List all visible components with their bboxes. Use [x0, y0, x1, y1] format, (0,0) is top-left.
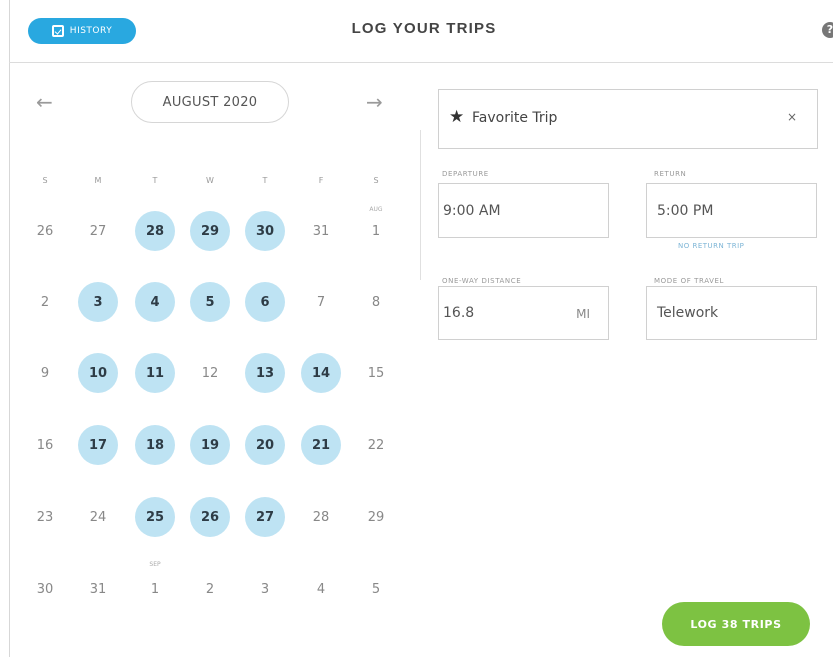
- calendar-day[interactable]: 31: [78, 569, 118, 609]
- calendar-day-logged[interactable]: 14: [301, 353, 341, 393]
- month-selector[interactable]: AUGUST 2020: [131, 81, 289, 123]
- calendar-day[interactable]: 7: [301, 282, 341, 322]
- departure-label: DEPARTURE: [442, 170, 489, 178]
- log-trips-button[interactable]: LOG 38 TRIPS: [662, 602, 810, 646]
- calendar-day[interactable]: 2: [25, 282, 65, 322]
- panel-divider: [420, 130, 421, 280]
- clear-favorite-button[interactable]: ×: [787, 110, 797, 124]
- calendar-day[interactable]: 15: [356, 353, 396, 393]
- calendar-day[interactable]: 1: [356, 211, 396, 251]
- distance-unit: MI: [576, 307, 590, 321]
- weekday-header: F: [318, 176, 324, 185]
- calendar-day[interactable]: 24: [78, 497, 118, 537]
- calendar-day-logged[interactable]: 17: [78, 425, 118, 465]
- calendar-day-logged[interactable]: 26: [190, 497, 230, 537]
- calendar-day[interactable]: 12: [190, 353, 230, 393]
- calendar-day-logged[interactable]: 18: [135, 425, 175, 465]
- return-field[interactable]: 5:00 PM: [646, 183, 817, 238]
- return-value: 5:00 PM: [657, 202, 714, 219]
- calendar-day[interactable]: 27: [78, 211, 118, 251]
- calendar-day[interactable]: 8: [356, 282, 396, 322]
- distance-label: ONE-WAY DISTANCE: [442, 277, 522, 285]
- calendar-day-logged[interactable]: 5: [190, 282, 230, 322]
- calendar-day[interactable]: 1: [135, 569, 175, 609]
- calendar-day[interactable]: 30: [25, 569, 65, 609]
- weekday-header: M: [94, 176, 102, 185]
- month-marker-aug: AUG: [369, 206, 383, 213]
- help-icon[interactable]: ?: [822, 22, 833, 38]
- prev-month-arrow-icon[interactable]: ←: [36, 90, 53, 114]
- weekday-header: T: [152, 176, 158, 185]
- mode-value: Telework: [657, 305, 719, 321]
- calendar-day[interactable]: 2: [190, 569, 230, 609]
- calendar-day-logged[interactable]: 20: [245, 425, 285, 465]
- calendar-day[interactable]: 3: [245, 569, 285, 609]
- next-month-arrow-icon[interactable]: →: [366, 90, 383, 114]
- calendar-day-logged[interactable]: 27: [245, 497, 285, 537]
- departure-value: 9:00 AM: [443, 202, 501, 219]
- weekday-header: W: [206, 176, 214, 185]
- favorite-trip-label: Favorite Trip: [472, 110, 558, 126]
- departure-field[interactable]: 9:00 AM: [438, 183, 609, 238]
- favorite-trip-select[interactable]: ★ Favorite Trip ×: [438, 89, 818, 149]
- weekday-header: S: [373, 176, 379, 185]
- calendar-day-logged[interactable]: 11: [135, 353, 175, 393]
- calendar-day-logged[interactable]: 3: [78, 282, 118, 322]
- calendar-day-logged[interactable]: 6: [245, 282, 285, 322]
- calendar-day-logged[interactable]: 21: [301, 425, 341, 465]
- month-marker-sep: SEP: [149, 561, 161, 568]
- calendar-day-logged[interactable]: 19: [190, 425, 230, 465]
- distance-field[interactable]: 16.8 MI: [438, 286, 609, 340]
- calendar-day-logged[interactable]: 25: [135, 497, 175, 537]
- page-title: LOG YOUR TRIPS: [351, 20, 497, 37]
- calendar-day-logged[interactable]: 29: [190, 211, 230, 251]
- mode-of-travel-select[interactable]: Telework: [646, 286, 817, 340]
- weekday-header: S: [42, 176, 48, 185]
- calendar-day[interactable]: 29: [356, 497, 396, 537]
- calendar-day-logged[interactable]: 28: [135, 211, 175, 251]
- return-label: RETURN: [654, 170, 687, 178]
- no-return-trip-link[interactable]: NO RETURN TRIP: [678, 242, 744, 250]
- calendar-day-logged[interactable]: 10: [78, 353, 118, 393]
- calendar-day[interactable]: 26: [25, 211, 65, 251]
- calendar-day[interactable]: 23: [25, 497, 65, 537]
- calendar-day[interactable]: 4: [301, 569, 341, 609]
- mode-label: MODE OF TRAVEL: [654, 277, 725, 285]
- header: HISTORY LOG YOUR TRIPS ?: [9, 0, 833, 63]
- calendar-day-logged[interactable]: 4: [135, 282, 175, 322]
- calendar-day[interactable]: 28: [301, 497, 341, 537]
- calendar-day[interactable]: 31: [301, 211, 341, 251]
- calendar-day-logged[interactable]: 30: [245, 211, 285, 251]
- distance-value: 16.8: [443, 305, 475, 321]
- calendar-day[interactable]: 9: [25, 353, 65, 393]
- calendar-day[interactable]: 22: [356, 425, 396, 465]
- calendar-day[interactable]: 16: [25, 425, 65, 465]
- calendar-day[interactable]: 5: [356, 569, 396, 609]
- star-icon: ★: [449, 107, 465, 127]
- calendar-day-logged[interactable]: 13: [245, 353, 285, 393]
- weekday-header: T: [262, 176, 268, 185]
